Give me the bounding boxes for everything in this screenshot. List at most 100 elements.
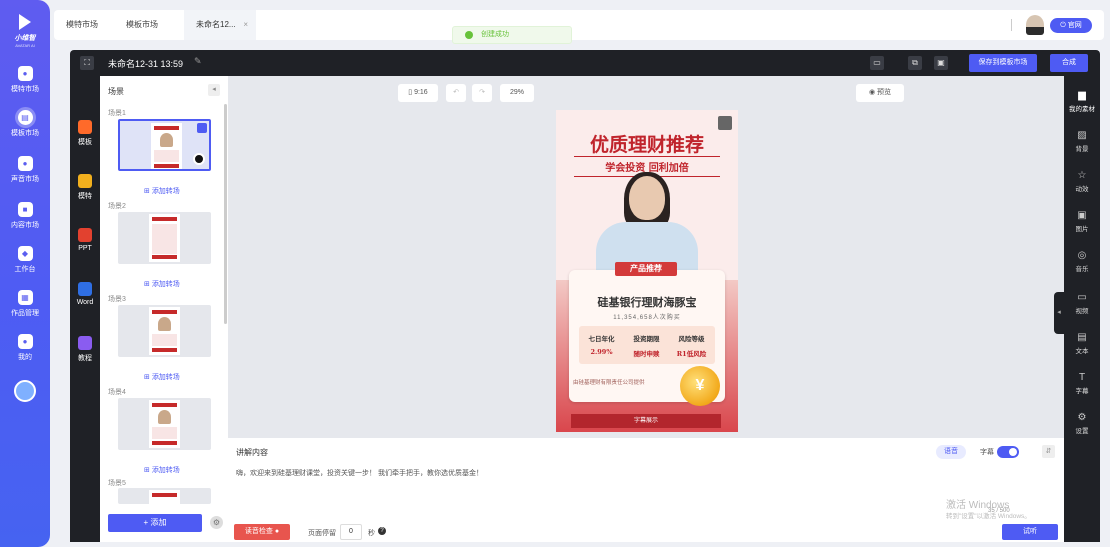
resource-video[interactable]: ▭ 视频 [1064,292,1100,315]
add-transition-button[interactable]: ⊞ 添加转场 [144,372,180,382]
delete-scene-icon[interactable] [197,123,207,133]
product-badge: 产品推荐 [615,262,677,276]
add-transition-button[interactable]: ⊞ 添加转场 [144,465,180,475]
scene-thumb-5[interactable] [118,488,211,504]
user-avatar[interactable] [14,380,36,402]
user-avatar-icon[interactable] [1026,15,1044,35]
presenter-avatar[interactable] [629,176,665,220]
collapse-panel-icon[interactable]: ◂ [208,84,220,96]
coin-yuan-icon: ¥ [680,366,720,406]
nav-item-template-market[interactable]: ▤ 模板市场 [0,110,50,138]
scene-preview [149,307,180,355]
provider-text: 由硅基理财有限责任公司提供 [573,380,645,386]
undo-button[interactable]: ↶ [446,84,466,102]
add-transition-label: 添加转场 [151,188,180,195]
aspect-ratio-button[interactable]: ▯ 9:16 [398,84,438,102]
buyer-count: 11,354,658人次购买 [613,315,681,321]
scene-toggle-icon[interactable] [193,153,205,165]
resource-label: 动效 [1075,186,1089,193]
nav-item-content-market[interactable]: ■ 内容市场 [0,202,50,230]
poster-canvas[interactable]: 优质理财推荐 学会投资 回利加倍 产品推荐 硅基银行理财海豚宝 11,354,6… [556,110,738,432]
official-site-button[interactable]: ⏻ 官网 [1050,18,1092,33]
tab-model-market[interactable]: 模特市场 [54,10,110,40]
product-name: 硅基银行理财海豚宝 [597,296,697,309]
add-transition-button[interactable]: ⊞ 添加转场 [144,279,180,289]
scene-thumb-2[interactable] [118,212,211,264]
tool-template[interactable]: 模板 [70,120,100,147]
stat-value: 随时申赎 [633,350,660,358]
music-icon: ◎ [1077,250,1087,261]
product-stats: 七日年化 投资期限 风险等级 2.99% 随时申赎 R1低风险 [579,326,715,364]
tool-tutorial[interactable]: 教程 [70,336,100,363]
redo-icon: ↷ [479,89,485,96]
add-transition-button[interactable]: ⊞ 添加转场 [144,186,180,196]
resource-my-assets[interactable]: ▆ 我的素材 [1064,90,1100,113]
resource-music[interactable]: ◎ 音乐 [1064,250,1100,273]
model-tool-icon [78,174,92,188]
app-logo[interactable]: 小维智 AVATAR AI [0,14,50,48]
preview-button[interactable]: ◉ 预览 [856,84,904,102]
project-name: 未命名12-31 13:59 [108,59,184,69]
add-transition-label: 添加转场 [151,374,180,381]
scene-thumb-3[interactable] [118,305,211,357]
nav-label: 作品管理 [11,310,39,317]
nav-item-mine[interactable]: ● 我的 [0,334,50,362]
help-icon[interactable]: ? [378,527,386,535]
success-toast: 创建成功 [452,26,572,44]
scene-scrollbar[interactable] [224,104,227,324]
listen-button[interactable]: 试听 [1002,524,1058,540]
expand-icon[interactable]: ⇵ [1042,445,1055,458]
collapse-resources-handle[interactable]: ◂ [1054,292,1064,334]
redo-button[interactable]: ↷ [472,84,492,102]
resource-text[interactable]: ▤ 文本 [1064,332,1100,355]
voice-tab[interactable]: 语音 [936,445,966,459]
pause-input[interactable]: 0 [340,524,362,540]
tab-bar: 模特市场 模板市场 未命名12... × ⏻ 官网 [54,10,1104,40]
copy-icon[interactable]: ⧉ [908,56,922,70]
subtitle-toggle[interactable] [997,446,1019,458]
resource-subtitle[interactable]: T 字幕 [1064,372,1100,395]
tool-label: PPT [78,245,92,252]
template-tool-icon [78,120,92,134]
resource-label: 图片 [1075,226,1089,233]
scene-preview [149,214,180,262]
save-icon[interactable]: ▣ [934,56,948,70]
pronunciation-check-button[interactable]: 读音检查 ● [234,524,290,540]
nav-item-workbench[interactable]: ◆ 工作台 [0,246,50,274]
resource-image[interactable]: ▣ 图片 [1064,210,1100,233]
zoom-level[interactable]: 29% [500,84,534,102]
script-textarea[interactable]: 嗨，欢迎来到硅基理财课堂，投资关键一步！ 我们牵手把手，教你选优质基金！ [236,468,936,478]
close-icon[interactable]: × [243,10,248,40]
nav-item-works[interactable]: ▦ 作品管理 [0,290,50,318]
script-panel: 讲解内容 语音 字幕 ⇵ 嗨，欢迎来到硅基理财课堂，投资关键一步！ 我们牵手把手… [228,438,1064,542]
tool-ppt[interactable]: PPT [70,228,100,252]
tool-model[interactable]: 模特 [70,174,100,201]
resource-settings[interactable]: ⚙ 设置 [1064,412,1100,435]
compose-button[interactable]: 合成 [1050,54,1088,72]
tab-template-market[interactable]: 模板市场 [114,10,170,40]
scene-preview [151,123,182,169]
nav-label: 模板市场 [11,130,39,137]
stat-label: 七日年化 [588,335,615,343]
save-to-template-button[interactable]: 保存到模板市场 [969,54,1037,72]
scene-thumb-1[interactable] [118,119,211,171]
resource-effects[interactable]: ☆ 动效 [1064,170,1100,193]
resource-label: 文本 [1075,348,1089,355]
add-scene-button[interactable]: + 添加 [108,514,202,532]
transition-icon: ⊞ [144,467,152,474]
tool-word[interactable]: Word [70,282,100,306]
edit-name-icon[interactable]: ✎ [194,56,202,67]
fullscreen-icon[interactable]: ⛶ [80,56,94,70]
subtitle-layout-icon[interactable]: ▭ [870,56,884,70]
header-divider [1011,19,1012,31]
nav-item-voice-market[interactable]: ● 声音市场 [0,156,50,184]
text-icon: ▤ [1077,332,1087,343]
nav-item-model-market[interactable]: ● 模特市场 [0,66,50,94]
undo-icon: ↶ [453,89,459,96]
layer-icon[interactable] [718,116,732,130]
scene-thumb-4[interactable] [118,398,211,450]
logo-text: 小维智 [14,35,36,42]
scene-settings-icon[interactable]: ⚙ [210,516,223,529]
resource-background[interactable]: ▨ 背景 [1064,130,1100,153]
tab-current-project[interactable]: 未命名12... × [184,10,256,40]
